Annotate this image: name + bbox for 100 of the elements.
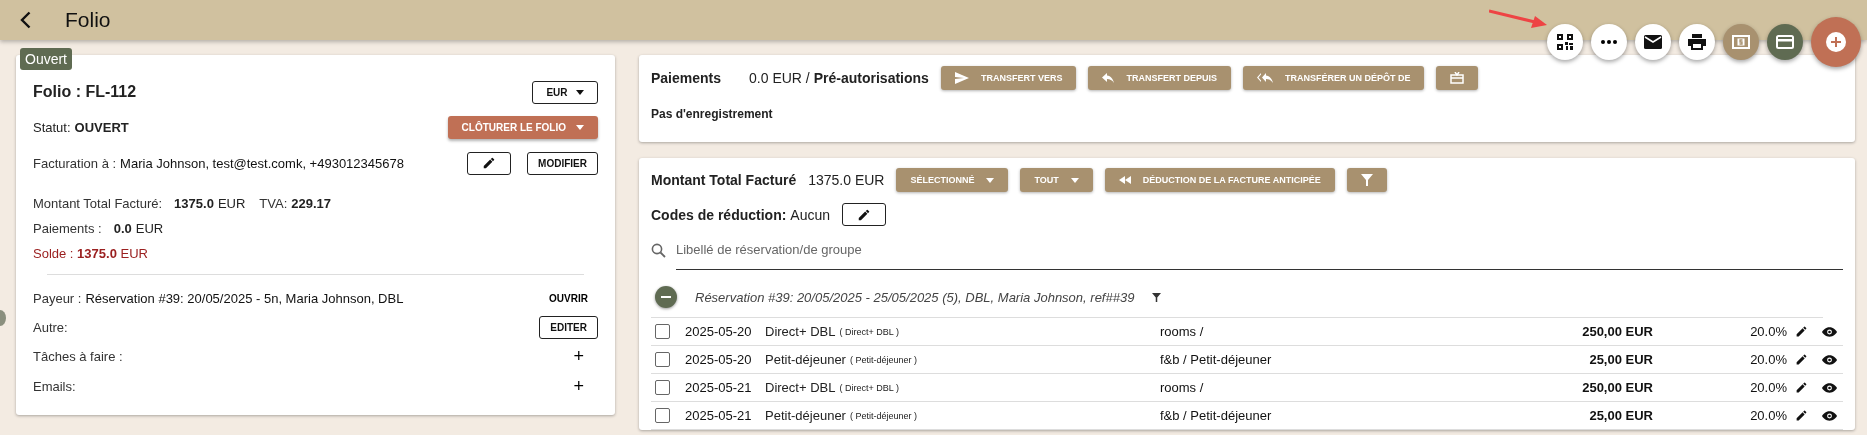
payments-label: Paiements : [33,221,102,236]
amount-cell-text: 25,00 EUR [1588,352,1653,367]
add-task-button[interactable]: + [559,345,598,367]
add-email-button[interactable]: + [559,375,598,397]
transfer-button[interactable]: TRANSFÉRER UN DÉPÔT DE [1242,65,1425,90]
billing-amount: 1375.0 EUR [808,172,885,188]
item-name: Petit-déjeuner [765,408,846,423]
back-icon[interactable] [20,11,31,29]
search-field[interactable]: Libellé de réservation/de groupe [676,230,1843,270]
eye-icon [1821,354,1837,365]
eye-icon [1821,382,1837,393]
eye-icon [1821,410,1837,421]
printer-icon [1688,34,1706,50]
cash-icon [1732,35,1750,49]
row-checkbox[interactable] [655,408,670,423]
other-label: Autre: [33,319,68,335]
transfer-button[interactable]: TRANSFERT VERS [940,65,1077,90]
tva-label: TVA: [259,196,288,211]
pencil-icon [857,207,872,222]
search-icon [651,242,666,258]
amount-cell-text: 250,00 EUR [1581,380,1653,395]
collapse-toggle[interactable] [655,286,677,308]
date-cell-text: 2025-05-21 [685,380,753,395]
reservation-group-label: Réservation #39: 20/05/2025 - 25/05/2025 (5), DBL, Maria Johnson, ref##39 [695,289,1135,305]
item-name: Petit-déjeuner [765,352,846,367]
caret-icon [986,177,995,183]
open-button[interactable]: OUVRIR [539,292,598,304]
status-badge: Ouvert [20,48,72,70]
category-cell-text: rooms / [1160,324,1205,339]
tasks-label: Tâches à faire : [33,348,123,364]
gift-box-icon [1450,71,1465,84]
tax-cell-text: 20.0% [1749,408,1787,423]
minus-icon [661,296,671,298]
item-name: Direct+ DBL [765,324,836,339]
row-checkbox[interactable] [655,352,670,367]
item-subtitle: ( Petit-déjeuner ) [849,410,917,421]
row-checkbox[interactable] [655,324,670,339]
status-label: Statut: [33,119,71,135]
dropdown-button[interactable]: TOUT [1020,168,1093,192]
reply-all-icon [1256,72,1273,83]
folio-title: Folio : FL-112 [33,83,137,101]
more-icon [1601,40,1617,44]
pencil-icon [1794,325,1808,338]
payments-value: 0.0 [113,221,132,236]
deduction-button[interactable]: DÉDUCTION DE LA FACTURE ANTICIPÉE [1104,168,1335,192]
date-cell-text: 2025-05-20 [685,324,753,339]
date-cell-text: 2025-05-20 [685,352,753,367]
pointer-arrow [1489,8,1547,28]
pencil-icon [482,156,497,170]
add-icon [1826,32,1846,52]
close-folio-button[interactable]: CLÔTURER LE FOLIO [447,115,598,139]
payments-title: Paiements [651,69,722,86]
billing-title: Montant Total Facturé [651,172,797,188]
caret-icon [575,89,584,95]
tva-value: 229.17 [291,196,332,211]
filter-button[interactable] [1346,168,1387,192]
caret-icon [576,124,584,130]
filter-icon [1360,174,1373,186]
amount-cell-text: 25,00 EUR [1588,408,1653,423]
dropdown-button[interactable]: SÉLECTIONNÉ [896,168,1009,192]
filter-icon[interactable] [1152,292,1162,302]
credit-card-icon [1776,35,1794,49]
row-checkbox[interactable] [655,380,670,395]
item-subtitle: ( Petit-déjeuner ) [849,354,917,365]
edit-button[interactable]: EDITER [539,315,598,339]
item-subtitle: ( Direct+ DBL ) [839,382,899,393]
payer-label: Payeur : [33,290,82,306]
discount-value: Aucun [790,206,831,223]
page-title: Folio [65,8,111,32]
payments-amount: 0.0 EUR / [749,69,810,86]
tax-cell-text: 20.0% [1749,352,1787,367]
empty-message: Pas d'enregistrement [651,107,773,121]
gift-box-button[interactable] [1436,65,1479,90]
date-cell-text: 2025-05-21 [685,408,753,423]
pencil-icon [1794,381,1808,394]
category-cell-text: f&b / Petit-déjeuner [1160,352,1273,367]
rewind-icon [1118,176,1131,184]
edit-discount-button[interactable] [842,203,887,226]
status-value: OUVERT [74,119,129,135]
reply-icon [1102,72,1115,83]
billing-label: Facturation à : [33,155,117,171]
balance-text: Solde : 1375.0 EUR [33,246,148,261]
preauth-title: Pré-autorisations [813,69,929,86]
currency-dropdown[interactable]: EUR [532,80,598,104]
discount-label: Codes de réduction: [651,206,787,223]
payments-currency: EUR [135,221,164,236]
tax-cell-text: 20.0% [1749,380,1787,395]
category-cell-text: rooms / [1160,380,1205,395]
edit-billing-button[interactable] [467,151,512,175]
total-value: 1375.0 [174,196,214,211]
modify-button[interactable]: MODIFIER [527,151,598,175]
qr-code-icon [1557,34,1573,50]
tax-cell-text: 20.0% [1749,324,1787,339]
pencil-icon [1794,409,1808,422]
total-currency: EUR [217,196,246,211]
send-icon [954,71,969,84]
item-name: Direct+ DBL [765,380,836,395]
billing-value: Maria Johnson, test@test.comk, +493012345678 [120,155,404,171]
eye-icon [1821,326,1837,337]
transfer-button[interactable]: TRANSFERT DEPUIS [1088,65,1231,90]
